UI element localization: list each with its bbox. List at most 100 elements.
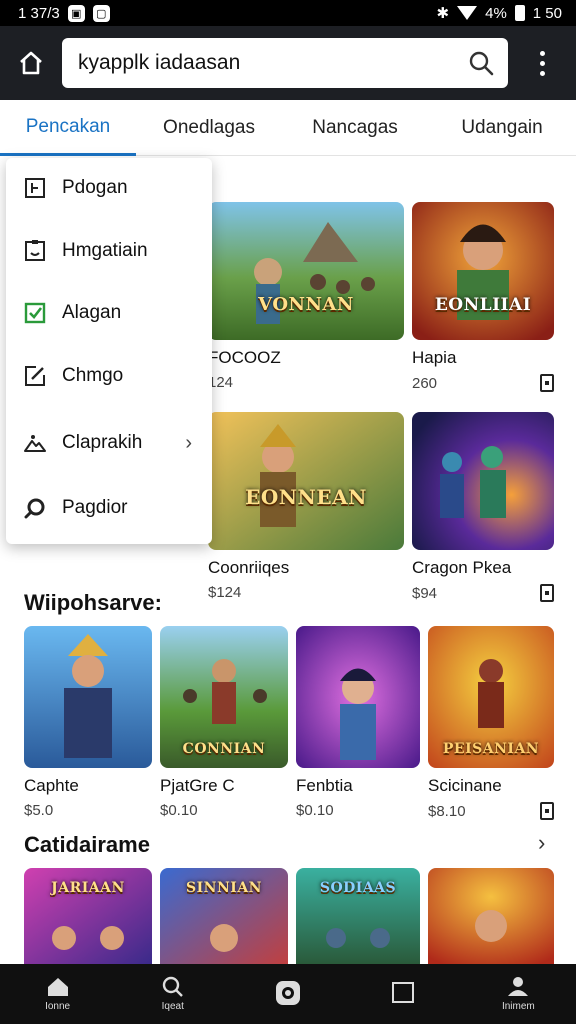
menu-item-claprakih[interactable]: Claprakih ›	[6, 413, 212, 473]
game-card[interactable]: CONNIAN PjatGre C $0.10	[160, 626, 288, 819]
nav-square[interactable]	[346, 964, 461, 1024]
game-thumbnail[interactable]: SODIAAS	[296, 868, 420, 964]
game-card[interactable]: SINNIAN	[160, 868, 288, 964]
bluetooth-icon: ✱	[436, 5, 450, 22]
menu-item-chmgo[interactable]: Chmgo	[6, 346, 212, 406]
mountain-icon	[24, 432, 46, 454]
more-options-button[interactable]	[508, 26, 576, 100]
game-thumbnail[interactable]: CONNIAN	[160, 626, 288, 768]
game-card[interactable]: Cragon Pkea $94	[412, 412, 554, 602]
status-time: 1 37/3	[18, 4, 60, 22]
game-name: Fenbtia	[296, 776, 353, 795]
game-card[interactable]: JARIAAN	[24, 868, 152, 964]
tab-bar: Pencakan Onedlagas Nancagas Udangain	[0, 100, 576, 156]
tab-onedlagas[interactable]: Onedlagas	[136, 100, 282, 156]
game-card[interactable]: EONLIIAI Hapia 260	[412, 202, 554, 392]
battery-percent: 4%	[485, 4, 507, 22]
search-icon	[24, 497, 46, 519]
menu-item-label: Pdogan	[62, 177, 128, 198]
edit-icon	[24, 365, 46, 387]
more-dot	[539, 60, 545, 66]
game-art-title: EONNEAN	[245, 484, 367, 509]
game-thumbnail[interactable]: SINNIAN	[160, 868, 288, 964]
game-art	[24, 626, 152, 768]
game-thumbnail[interactable]	[24, 626, 152, 768]
game-name: Cragon Pkea	[412, 558, 512, 577]
section-title: Wiipohsarve:	[24, 590, 162, 615]
search-input[interactable]	[78, 51, 458, 75]
home-button[interactable]	[0, 26, 62, 100]
game-art	[208, 202, 404, 340]
app-notification-icon: ▢	[92, 4, 110, 22]
game-thumbnail[interactable]: VONNAN	[208, 202, 404, 340]
menu-item-pagdior[interactable]: Pagdior	[6, 478, 212, 538]
game-card[interactable]: SODIAAS	[296, 868, 420, 964]
bottom-navigation: Ionne Iqeat Inimem	[0, 964, 576, 1024]
game-art-title: EONLIIAI	[434, 295, 532, 316]
menu-item-hmgatiain[interactable]: Hmgatiain	[6, 221, 212, 281]
game-art-title: CONNIAN	[182, 740, 266, 757]
game-thumbnail[interactable]: JARIAAN	[24, 868, 152, 964]
grid-icon	[24, 177, 46, 199]
game-card[interactable]: Caphte $5.0	[24, 626, 152, 819]
game-price: $5.0	[24, 802, 54, 819]
section-title: Catidairame	[24, 832, 150, 857]
nav-camera[interactable]	[230, 964, 345, 1024]
game-card[interactable]: Fenbtia $0.10	[296, 626, 420, 819]
game-thumbnail[interactable]	[428, 868, 554, 964]
game-thumbnail[interactable]: EONNEAN	[208, 412, 404, 550]
game-art	[412, 412, 554, 550]
game-card[interactable]	[428, 868, 554, 964]
nav-label: Ionne	[45, 1001, 71, 1012]
game-price: 260	[412, 374, 438, 392]
game-name: Caphte	[24, 776, 79, 795]
game-thumbnail[interactable]: EONLIIAI	[412, 202, 554, 340]
profile-icon	[508, 977, 529, 996]
game-thumbnail[interactable]	[296, 626, 420, 768]
nav-home[interactable]: Ionne	[0, 964, 115, 1024]
game-art-title: SODIAAS	[319, 880, 397, 896]
tab-udangain[interactable]: Udangain	[428, 100, 576, 156]
game-art-title: JARIAAN	[51, 880, 125, 896]
bookmark-icon[interactable]	[540, 802, 554, 820]
nav-label: Iqeat	[161, 1001, 184, 1012]
checkbox-icon	[24, 302, 46, 324]
more-dot	[539, 50, 545, 56]
status-clock: 1 50	[532, 4, 562, 22]
game-price: $94	[412, 584, 438, 602]
search-icon	[162, 976, 183, 997]
nav-profile[interactable]: Inimem	[461, 964, 576, 1024]
status-bar: 1 37/3 ▣ ▢ ✱ 4% 1 50	[0, 0, 576, 26]
game-thumbnail[interactable]: PEISANIAN	[428, 626, 554, 768]
menu-item-alagan[interactable]: Alagan	[6, 283, 212, 343]
chevron-right-icon: ›	[185, 431, 192, 454]
game-price: $124	[208, 584, 242, 601]
game-art-title: PEISANIAN	[442, 740, 540, 757]
bookmark-icon[interactable]	[540, 374, 554, 392]
game-art	[208, 412, 404, 550]
game-name: FOCOOZ	[208, 348, 281, 367]
tab-pencakan[interactable]: Pencakan	[0, 100, 136, 156]
game-name: Scicinane	[428, 776, 502, 795]
game-card[interactable]: VONNAN FOCOOZ 124	[208, 202, 404, 391]
nav-label: Inimem	[501, 1001, 535, 1012]
menu-item-label: Claprakih	[62, 432, 143, 453]
game-price: $8.10	[428, 802, 466, 820]
game-thumbnail[interactable]	[412, 412, 554, 550]
square-icon	[392, 981, 415, 1003]
menu-item-pdogan[interactable]: Pdogan	[6, 158, 212, 218]
nav-search[interactable]: Iqeat	[115, 964, 230, 1024]
game-card[interactable]: PEISANIAN Scicinane $8.10	[428, 626, 554, 820]
chevron-right-icon[interactable]: ›	[538, 830, 545, 856]
game-art	[296, 626, 420, 768]
game-name: Hapia	[412, 348, 457, 367]
search-icon[interactable]	[468, 50, 494, 76]
game-art	[428, 868, 554, 964]
game-card[interactable]: EONNEAN Coonriiqes $124	[208, 412, 404, 601]
home-icon	[20, 51, 42, 75]
menu-item-label: Alagan	[62, 302, 122, 323]
tab-nancagas[interactable]: Nancagas	[282, 100, 428, 156]
bookmark-icon[interactable]	[540, 584, 554, 602]
search-box[interactable]	[62, 38, 508, 88]
game-art	[412, 202, 554, 340]
